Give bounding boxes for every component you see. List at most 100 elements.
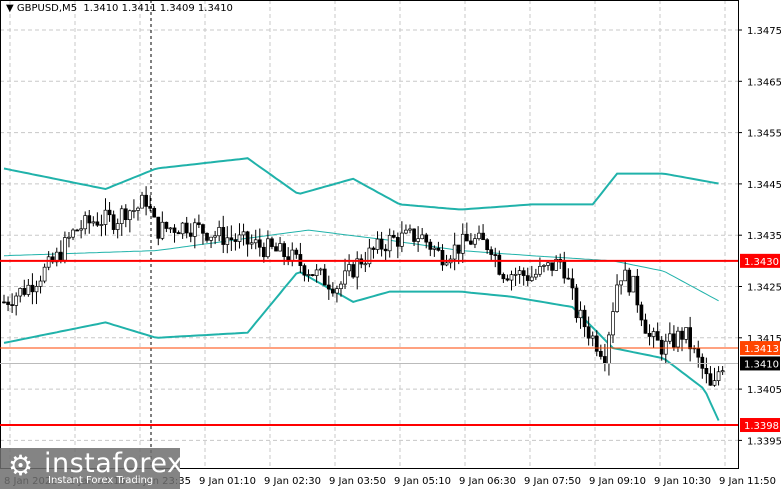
candle-body <box>460 233 465 254</box>
x-tick-label: 9 Jan 05:10 <box>394 476 451 487</box>
candle-body <box>647 332 652 337</box>
candle-body <box>136 207 140 211</box>
candle-body <box>229 237 234 240</box>
candle-body <box>408 228 412 231</box>
y-tick-label: 1.3435 <box>747 231 781 242</box>
candle-body <box>700 356 705 369</box>
candle-body <box>119 208 124 224</box>
candle-body <box>221 227 226 245</box>
candle-body <box>306 274 311 276</box>
candle-body <box>71 229 75 238</box>
candle-body <box>123 208 128 221</box>
candle-body <box>351 264 356 278</box>
candle-body <box>152 207 157 218</box>
candle-body <box>590 335 595 339</box>
candle-body <box>379 238 384 250</box>
price-chart[interactable]: 1.3475 1.3465 1.3455 1.3445 1.3435 1.3425 1.34… <box>0 0 781 489</box>
candle-body <box>144 194 148 207</box>
candle-body <box>184 222 189 234</box>
candle-body <box>562 261 567 279</box>
candle-body <box>99 224 104 226</box>
x-tick-label: 9 Jan 01:10 <box>199 476 256 487</box>
candle-body <box>509 274 514 281</box>
candle-body <box>676 330 680 348</box>
x-tick-label: 9 Jan 11:50 <box>719 476 776 487</box>
y-tick-label: 1.3405 <box>747 385 781 396</box>
candle-body <box>607 334 611 364</box>
candle-body <box>22 288 27 295</box>
candle-body <box>201 224 205 234</box>
candle-body <box>278 243 282 252</box>
candle-body <box>132 210 136 212</box>
candle-body <box>326 284 331 290</box>
candle-body <box>14 295 19 306</box>
candle-body <box>233 239 238 242</box>
price-tag-label: 1.3410 <box>744 359 779 370</box>
candle-body <box>477 232 481 240</box>
candle-body <box>347 264 351 272</box>
candle-body <box>672 333 676 348</box>
candle-body <box>501 274 506 280</box>
price-tag-label: 1.3398 <box>744 421 779 432</box>
candle-body <box>704 367 709 375</box>
candle-body <box>635 275 640 306</box>
candle-body <box>331 288 335 294</box>
candle-body <box>578 309 583 319</box>
y-tick-label: 1.3455 <box>747 129 781 140</box>
candle-body <box>87 215 92 224</box>
candle-body <box>363 263 368 266</box>
candle-body <box>708 373 713 386</box>
candle-body <box>75 229 79 232</box>
candle-body <box>391 234 396 238</box>
candle-body <box>615 284 619 312</box>
candle-body <box>160 221 165 239</box>
candle-body <box>598 350 603 357</box>
candle-body <box>270 238 274 247</box>
candle-body <box>67 236 71 239</box>
candle-body <box>603 356 607 364</box>
candle-body <box>550 262 554 271</box>
candle-body <box>716 371 721 381</box>
candle-body <box>343 270 347 285</box>
candle-body <box>712 380 717 386</box>
x-tick-label: 9 Jan 03:50 <box>329 476 386 487</box>
candle-body <box>245 231 250 245</box>
candle-body <box>282 243 286 257</box>
candle-body <box>538 266 542 275</box>
candle-body <box>566 277 571 280</box>
candle-body <box>485 239 489 251</box>
instaforex-logo: ⚙ instaforex Instant Forex Trading <box>0 448 183 489</box>
candle-body <box>58 251 63 261</box>
candle-body <box>38 280 43 287</box>
candle-body <box>651 331 656 337</box>
candle-body <box>164 221 169 229</box>
candle-body <box>444 262 449 266</box>
candle-body <box>95 221 100 226</box>
candle-body <box>339 283 343 290</box>
candle-body <box>436 247 441 251</box>
candle-body <box>469 240 473 245</box>
x-tick-label: 9 Jan 09:10 <box>589 476 646 487</box>
candle-body <box>395 237 400 247</box>
y-tick-label: 1.3445 <box>747 180 781 191</box>
candle-body <box>611 311 615 336</box>
candle-body <box>261 246 266 258</box>
candle-body <box>452 244 457 260</box>
candle-body <box>639 304 644 321</box>
candle-body <box>586 326 591 339</box>
y-tick-label: 1.3425 <box>747 283 781 294</box>
candle-body <box>192 222 197 237</box>
candle-body <box>168 227 173 230</box>
candle-body <box>525 275 530 281</box>
candle-body <box>197 222 201 225</box>
candle-body <box>684 327 688 340</box>
candle-body <box>655 331 660 341</box>
candle-body <box>404 229 408 234</box>
candle-body <box>30 284 35 293</box>
candle-body <box>371 247 376 250</box>
candle-body <box>521 270 526 276</box>
candle-body <box>493 254 498 256</box>
candle-body <box>314 269 319 276</box>
candle-body <box>659 339 664 355</box>
candle-body <box>79 228 83 231</box>
